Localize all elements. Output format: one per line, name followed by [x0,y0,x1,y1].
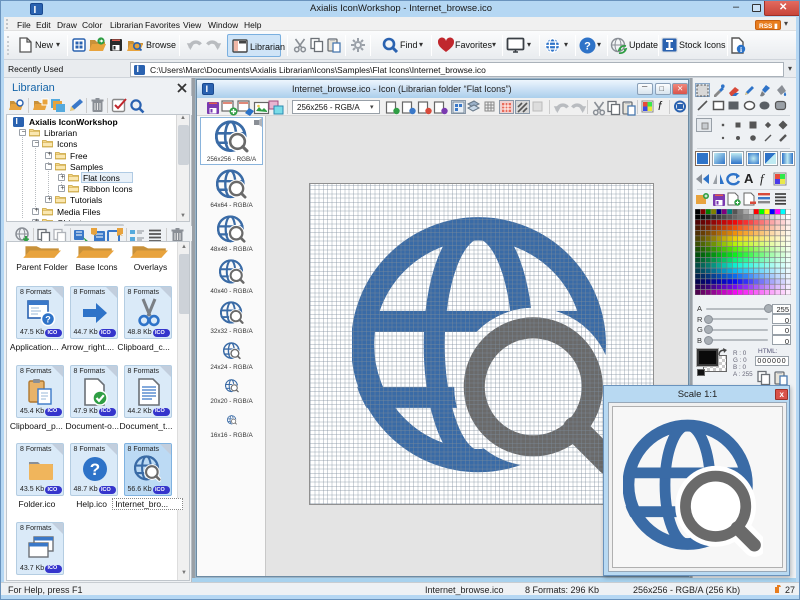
svg-text:?: ? [89,460,99,479]
svg-text:?: ? [584,41,591,53]
svg-text:i: i [740,45,742,54]
svg-text:?: ? [45,315,51,325]
